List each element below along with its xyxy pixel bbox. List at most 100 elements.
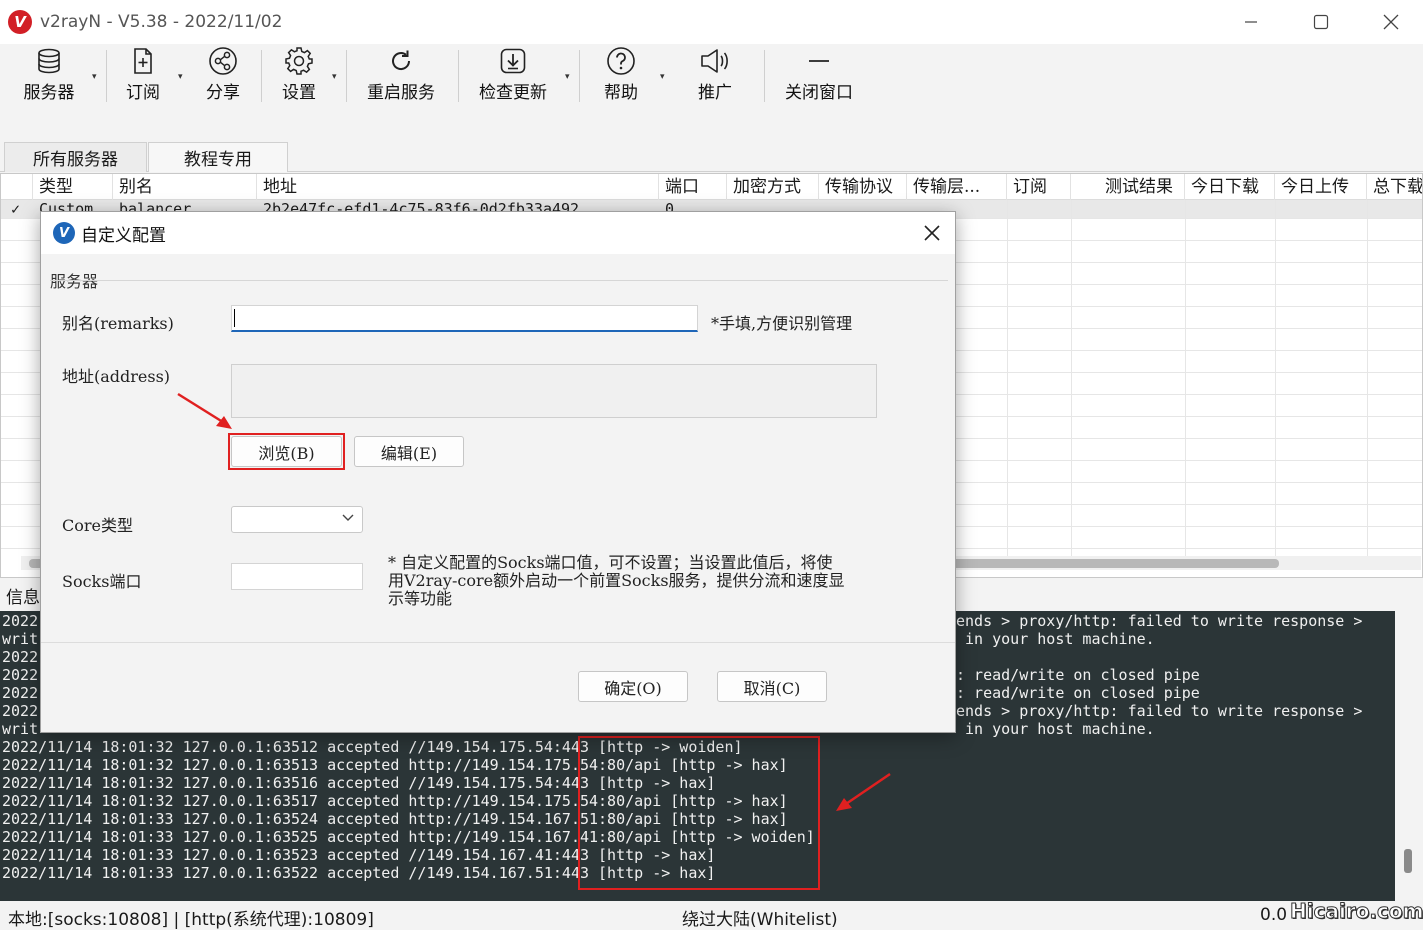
toolbar: 服务器 ▾ 订阅 ▾ 分享 设置 ▾ 重启服务 检查更新 ▾ 帮助 ▾ 推广 关… — [0, 44, 1423, 108]
dialog-title-bar: V 自定义配置 — [41, 212, 955, 254]
share-label: 分享 — [206, 83, 240, 103]
column-port[interactable]: 端口 — [659, 174, 727, 200]
share-icon — [206, 44, 240, 78]
subscription-label: 订阅 — [126, 83, 160, 103]
column-transport[interactable]: 传输层... — [907, 174, 1007, 200]
check-update-label: 检查更新 — [479, 83, 547, 103]
server-tabs: 所有服务器 教程专用 — [0, 130, 1423, 172]
help-menu-button[interactable]: 帮助 — [594, 44, 648, 106]
maximize-button[interactable] — [1296, 6, 1346, 38]
socks-port-input[interactable] — [231, 563, 363, 590]
socks-hint-line-3: 示等功能 — [388, 589, 453, 608]
log-line-suffix: ends > proxy/http: failed to write respo… — [956, 612, 1363, 630]
chevron-down-icon — [342, 511, 354, 526]
restart-service-label: 重启服务 — [367, 83, 435, 103]
check-update-menu-button[interactable]: 检查更新 — [474, 44, 552, 106]
status-bar: 本地:[socks:10808] | [http(系统代理):10809] 绕过… — [0, 901, 1423, 930]
log-line-suffix: : read/write on closed pipe — [956, 684, 1200, 702]
gear-icon — [282, 44, 316, 78]
browse-highlight-box — [228, 433, 345, 470]
cancel-button[interactable]: 取消(C) — [717, 671, 827, 702]
remarks-input[interactable] — [231, 305, 698, 332]
address-field[interactable] — [231, 364, 877, 418]
core-type-label: Core类型 — [62, 516, 133, 535]
column-subscription[interactable]: 订阅 — [1007, 174, 1071, 200]
tab-all-servers[interactable]: 所有服务器 — [4, 142, 147, 172]
dialog-close-button[interactable] — [917, 218, 947, 248]
title-bar: V v2rayN - V5.38 - 2022/11/02 — [0, 0, 1423, 44]
column-total-down[interactable]: 总下载 — [1367, 174, 1422, 200]
column-today-down[interactable]: 今日下载 — [1185, 174, 1275, 200]
row-check-mark: ✓ — [11, 200, 21, 218]
remarks-label: 别名(remarks) — [62, 314, 174, 333]
browse-arrow-icon — [177, 392, 232, 429]
log-line-prefix: 2022 — [2, 648, 39, 666]
tab-tutorial[interactable]: 教程专用 — [148, 142, 288, 172]
routing-status[interactable]: 绕过大陆(Whitelist) — [682, 905, 838, 930]
check-update-dropdown-icon[interactable]: ▾ — [565, 72, 570, 82]
close-window-button[interactable] — [1366, 6, 1416, 38]
log-arrow-icon — [836, 772, 891, 811]
subscription-dropdown-icon[interactable]: ▾ — [178, 72, 183, 82]
help-icon — [604, 44, 638, 78]
dialog-title: 自定义配置 — [81, 225, 166, 246]
address-label: 地址(address) — [62, 367, 171, 386]
help-label: 帮助 — [604, 83, 638, 103]
remarks-hint: *手填,方便识别管理 — [711, 314, 853, 333]
group-divider — [50, 280, 948, 281]
log-line-prefix: 2022 — [2, 702, 39, 720]
socks-hint-line-2: 用V2ray-core额外启动一个前置Socks服务，提供分流和速度显 — [388, 571, 845, 590]
close-icon — [924, 225, 940, 241]
promotion-label: 推广 — [698, 83, 732, 103]
column-test-result[interactable]: 测试结果 — [1071, 174, 1185, 200]
core-type-select[interactable] — [231, 506, 363, 533]
settings-dropdown-icon[interactable]: ▾ — [332, 72, 337, 82]
maximize-icon — [1313, 14, 1329, 30]
minimize-button[interactable] — [1226, 6, 1276, 38]
log-line-prefix: 2022 — [2, 612, 39, 630]
dialog-footer-divider — [41, 642, 955, 643]
info-label: 信息 — [6, 588, 40, 608]
edit-button[interactable]: 编辑(E) — [354, 436, 464, 467]
subscribe-icon — [126, 44, 160, 78]
window-title: v2rayN - V5.38 - 2022/11/02 — [40, 12, 283, 32]
log-line-suffix: in your host machine. — [956, 720, 1155, 738]
speaker-icon — [698, 44, 732, 78]
log-line-prefix: 2022 — [2, 684, 39, 702]
download-icon — [496, 44, 530, 78]
scrollbar-thumb[interactable] — [1404, 849, 1412, 873]
column-network[interactable]: 传输协议 — [819, 174, 907, 200]
minimize-icon — [1245, 21, 1257, 23]
column-alias[interactable]: 别名 — [113, 174, 257, 200]
local-ports-status: 本地:[socks:10808] | [http(系统代理):10809] — [8, 910, 374, 930]
log-line-suffix: in your host machine. — [956, 630, 1155, 648]
ok-button[interactable]: 确定(O) — [578, 671, 688, 702]
column-security[interactable]: 加密方式 — [727, 174, 819, 200]
settings-menu-button[interactable]: 设置 — [272, 44, 326, 106]
servers-dropdown-icon[interactable]: ▾ — [92, 72, 97, 82]
restart-service-button[interactable]: 重启服务 — [362, 44, 440, 106]
log-line-suffix: ends > proxy/http: failed to write respo… — [956, 702, 1363, 720]
settings-label: 设置 — [282, 83, 316, 103]
column-check — [1, 174, 33, 200]
promotion-button[interactable]: 推广 — [688, 44, 742, 106]
log-vertical-scrollbar[interactable] — [1396, 611, 1423, 901]
column-address[interactable]: 地址 — [257, 174, 659, 200]
column-type[interactable]: 类型 — [33, 174, 113, 200]
v2rayn-logo-icon: V — [8, 10, 32, 34]
socks-hint-line-1: * 自定义配置的Socks端口值，可不设置；当设置此值后，将使 — [388, 553, 833, 572]
close-icon — [1383, 14, 1399, 30]
socks-port-label: Socks端口 — [62, 572, 142, 591]
column-today-up[interactable]: 今日上传 — [1275, 174, 1367, 200]
close-window-label: 关闭窗口 — [785, 83, 853, 103]
log-highlight-box — [578, 736, 820, 890]
subscription-menu-button[interactable]: 订阅 — [116, 44, 170, 106]
v2rayn-logo-icon: V — [53, 222, 75, 244]
servers-menu-button[interactable]: 服务器 — [16, 44, 82, 106]
share-menu-button[interactable]: 分享 — [196, 44, 250, 106]
help-dropdown-icon[interactable]: ▾ — [660, 72, 665, 82]
close-window-toolbar-button[interactable]: 关闭窗口 — [780, 44, 858, 106]
restart-icon — [384, 44, 418, 78]
grid-header: 类型 别名 地址 端口 加密方式 传输协议 传输层... 订阅 测试结果 今日下… — [1, 174, 1422, 200]
log-line-suffix: : read/write on closed pipe — [956, 666, 1200, 684]
